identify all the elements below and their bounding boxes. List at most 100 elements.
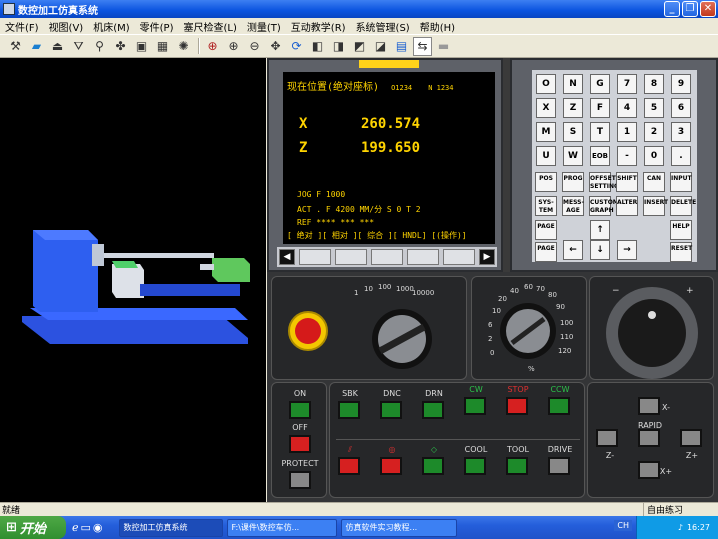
dnc-button[interactable] <box>380 401 402 419</box>
key-4[interactable]: 4 <box>617 98 637 118</box>
feed-override-dial[interactable]: 0 2 6 10 20 40 60 70 80 90 100 110 120 % <box>472 277 588 381</box>
softkey-5[interactable] <box>443 249 475 265</box>
menu-part[interactable]: 零件(P) <box>135 19 179 34</box>
key-input[interactable]: INPUT <box>670 172 692 192</box>
spindle-stop-button[interactable] <box>506 397 528 415</box>
key-8[interactable]: 8 <box>644 74 664 94</box>
up-arrow-icon[interactable]: ↑ <box>590 220 610 240</box>
restore-button[interactable]: ❐ <box>682 1 698 17</box>
key-2[interactable]: 2 <box>644 122 664 142</box>
menu-measure[interactable]: 测量(T) <box>242 19 286 34</box>
task-folder[interactable]: F:\课件\数控车仿... <box>226 518 337 537</box>
protect-key-switch[interactable] <box>289 471 311 489</box>
start-button[interactable]: ⊞ 开始 <box>0 516 66 539</box>
move-part-icon[interactable]: ⛛ <box>69 37 88 56</box>
zoom-out-icon[interactable]: ⊖ <box>245 37 264 56</box>
key-shift[interactable]: SHIFT <box>616 172 638 192</box>
volume-icon[interactable]: ♪ <box>678 523 683 532</box>
media-icon[interactable]: ◉ <box>93 521 103 534</box>
rotate-icon[interactable]: ⟳ <box>287 37 306 56</box>
cycle-start-button[interactable] <box>422 457 444 475</box>
key-T[interactable]: T <box>590 122 610 142</box>
place-part-icon[interactable]: ⏏ <box>48 37 67 56</box>
base-tool-icon[interactable]: ▣ <box>132 37 151 56</box>
key-help[interactable]: HELP <box>670 220 692 240</box>
machine-3d-view[interactable] <box>0 58 266 502</box>
menu-file[interactable]: 文件(F) <box>0 19 44 34</box>
key-M[interactable]: M <box>536 122 556 142</box>
stock-define-icon[interactable]: ▰ <box>27 37 46 56</box>
key-3[interactable]: 3 <box>671 122 691 142</box>
key-Z[interactable]: Z <box>563 98 583 118</box>
desktop-icon[interactable]: ▭ <box>81 521 91 534</box>
key-delete[interactable]: DELETE <box>670 196 696 216</box>
zoom-in-icon[interactable]: ⊕ <box>224 37 243 56</box>
fixture-icon[interactable]: ✤ <box>111 37 130 56</box>
ie-icon[interactable]: ℯ <box>72 521 79 534</box>
softkey-right-arrow-icon[interactable]: ▶ <box>479 249 495 265</box>
key-reset[interactable]: RESET <box>670 242 692 262</box>
handwheel[interactable]: − + <box>590 277 715 381</box>
key-X[interactable]: X <box>536 98 556 118</box>
key-page-down[interactable]: PAGE <box>535 242 557 262</box>
view-right-icon[interactable]: ◨ <box>329 37 348 56</box>
sbk-button[interactable] <box>338 401 360 419</box>
view-front-icon[interactable]: ◩ <box>350 37 369 56</box>
minimize-button[interactable]: _ <box>664 1 680 17</box>
key-5[interactable]: 5 <box>644 98 664 118</box>
menu-interactive-teaching[interactable]: 互动教学(R) <box>286 19 351 34</box>
menu-help[interactable]: 帮助(H) <box>415 19 460 34</box>
key-U[interactable]: U <box>536 146 556 166</box>
softkey-3[interactable] <box>371 249 403 265</box>
key-custom-graph[interactable]: CUSTOM GRAPH <box>589 196 619 216</box>
key-7[interactable]: 7 <box>617 74 637 94</box>
right-arrow-icon[interactable]: → <box>617 240 637 260</box>
softkey-2[interactable] <box>335 249 367 265</box>
cycle-stop-button[interactable] <box>338 457 360 475</box>
drive-key-switch[interactable] <box>548 457 570 475</box>
key-dot[interactable]: . <box>671 146 691 166</box>
left-arrow-icon[interactable]: ← <box>563 240 583 260</box>
jog-z-minus-button[interactable] <box>596 429 618 447</box>
coolant-button[interactable] <box>464 457 486 475</box>
tool-change-button[interactable] <box>506 457 528 475</box>
key-1[interactable]: 1 <box>617 122 637 142</box>
view-top-icon[interactable]: ◪ <box>371 37 390 56</box>
down-arrow-icon[interactable]: ↓ <box>590 240 610 260</box>
drn-button[interactable] <box>422 401 444 419</box>
power-on-button[interactable] <box>289 401 311 419</box>
softkey-1[interactable] <box>299 249 331 265</box>
menu-feeler-check[interactable]: 塞尺检查(L) <box>179 19 242 34</box>
settings-icon[interactable]: ✺ <box>174 37 193 56</box>
key-W[interactable]: W <box>563 146 583 166</box>
key-alter[interactable]: ALTER <box>616 196 638 216</box>
emergency-stop-button[interactable] <box>288 311 328 351</box>
spindle-cw-button[interactable] <box>464 397 486 415</box>
menu-system-management[interactable]: 系统管理(S) <box>351 19 415 34</box>
ruler-icon[interactable]: ▬ <box>434 37 453 56</box>
key-pos[interactable]: POS <box>535 172 557 192</box>
rapid-button[interactable] <box>638 429 660 447</box>
key-minus[interactable]: - <box>617 146 637 166</box>
key-N[interactable]: N <box>563 74 583 94</box>
view-left-icon[interactable]: ◧ <box>308 37 327 56</box>
key-EOB[interactable]: EOB <box>590 146 610 166</box>
tool-holder-icon[interactable]: ▦ <box>153 37 172 56</box>
spindle-ccw-button[interactable] <box>548 397 570 415</box>
pan-icon[interactable]: ✥ <box>266 37 285 56</box>
key-O[interactable]: O <box>536 74 556 94</box>
jog-z-plus-button[interactable] <box>680 429 702 447</box>
softkey-4[interactable] <box>407 249 439 265</box>
key-0[interactable]: 0 <box>644 146 664 166</box>
key-offset-setting[interactable]: OFFSET SETTING <box>589 172 619 192</box>
key-can[interactable]: CAN <box>643 172 665 192</box>
key-G[interactable]: G <box>590 74 610 94</box>
key-F[interactable]: F <box>590 98 610 118</box>
switch-view-icon[interactable]: ⇆ <box>413 36 432 56</box>
language-indicator[interactable]: CH <box>614 520 632 531</box>
machine-select-icon[interactable]: ⚒ <box>6 37 25 56</box>
tool-select-icon[interactable]: ⚲ <box>90 37 109 56</box>
key-insert[interactable]: INSERT <box>643 196 668 216</box>
power-off-button[interactable] <box>289 435 311 453</box>
key-system[interactable]: SYS-TEM <box>535 196 557 216</box>
